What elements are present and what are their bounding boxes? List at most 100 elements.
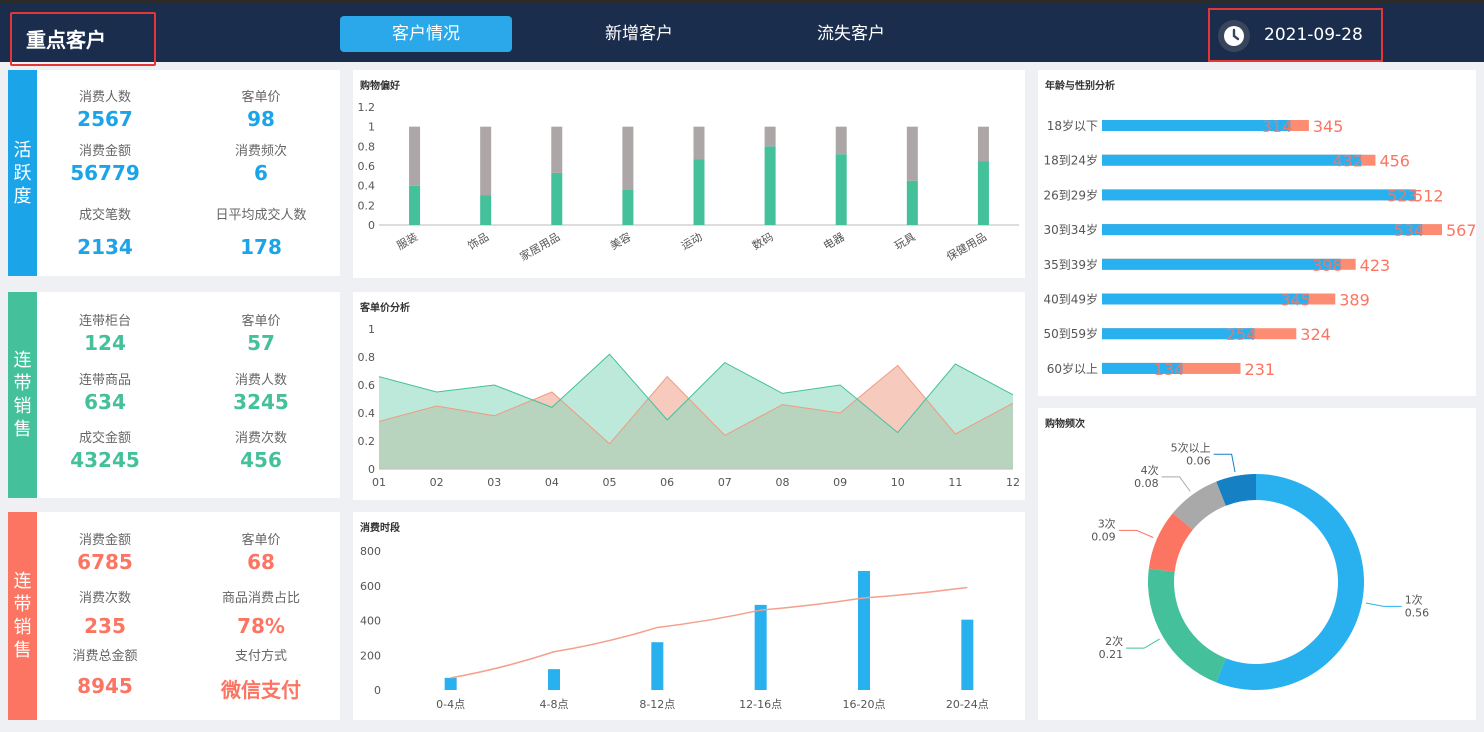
- x-tick-label: 8-12点: [639, 698, 675, 711]
- y-category-label: 60岁以上: [1047, 361, 1098, 376]
- x-tick-label: 玩具: [892, 230, 918, 252]
- kpi-item: 消费次数 456: [234, 431, 287, 472]
- data-label-red: 231: [1245, 360, 1276, 379]
- x-tick-label: 保健用品: [944, 229, 989, 263]
- data-label-blue: 314: [1262, 117, 1293, 136]
- leader-line: [1213, 453, 1236, 473]
- leader-line: [1118, 529, 1154, 538]
- data-label-blue: 398: [1312, 256, 1343, 275]
- kpi-item: 商品消费占比 78%: [221, 591, 300, 638]
- x-tick-label: 05: [603, 476, 617, 489]
- bar-segment-gray: [906, 126, 918, 181]
- data-label-red: 512: [1413, 186, 1444, 205]
- kpi-item: 客单价 98: [241, 90, 281, 131]
- leader-line: [1126, 638, 1160, 649]
- x-tick-label: 电器: [821, 230, 847, 252]
- kpi-card-cross-sales: 连带销售 连带柜台 124 客单价 57 连带商品 634 消费人数 3245 …: [8, 292, 340, 498]
- bar: [651, 642, 664, 690]
- panel-consumption-period: 消费时段 0 200 400 600 800 0-4点 4-8点 8-12点 12-16点 16-…: [353, 512, 1025, 720]
- x-tick-label: 11: [948, 476, 962, 489]
- leader-line: [1161, 476, 1191, 492]
- kpi-item: 连带柜台 124: [78, 314, 131, 355]
- kpi-item: 日平均成交人数 178: [215, 208, 307, 259]
- bar: [444, 677, 457, 690]
- x-tick-label: 饰品: [465, 229, 491, 252]
- y-category-label: 18岁以下: [1047, 118, 1098, 133]
- kpi-item: 消费金额 6785: [77, 533, 133, 574]
- kpi-item: 消费人数 3245: [233, 373, 289, 414]
- slice-label: 1次: [1405, 592, 1423, 606]
- kpi-item: 消费次数 235: [78, 591, 131, 638]
- x-tick-label: 02: [430, 476, 444, 489]
- kpi-item: 成交笔数 2134: [77, 208, 133, 259]
- x-tick-label: 4-8点: [540, 698, 569, 711]
- x-tick-label: 服装: [395, 230, 421, 252]
- bar-segment-green: [551, 172, 563, 225]
- panel-shopping-preference: 购物偏好 0 0.2 0.4 0.6 0.8 1 1.2 服装 饰品 家居用品 美容 运动 数码 电器 玩具…: [353, 70, 1025, 278]
- y-tick-label: 0.8: [358, 351, 376, 364]
- x-tick-label: 数码: [750, 230, 776, 252]
- bar-segment-gray: [693, 126, 705, 160]
- tab-customer-overview[interactable]: 客户情况: [340, 16, 512, 52]
- x-tick-label: 06: [660, 476, 674, 489]
- data-label-blue: 432: [1333, 152, 1364, 171]
- y-tick-label: 0.6: [358, 379, 376, 392]
- y-tick-label: 0.8: [358, 140, 376, 153]
- date-picker[interactable]: 2021-09-28: [1208, 8, 1383, 62]
- kpi-item: 消费总金额 8945: [72, 649, 138, 698]
- kpi-item: 客单价 68: [241, 533, 281, 574]
- slice-label: 2次: [1105, 634, 1123, 648]
- bar-segment-green: [764, 146, 776, 225]
- y-category-label: 40到49岁: [1043, 292, 1098, 307]
- bar-series-blue: [1102, 154, 1362, 166]
- slice-value: 0.56: [1405, 606, 1430, 619]
- bar: [858, 570, 870, 690]
- bar-series-blue: [1102, 189, 1416, 201]
- shopping-frequency-chart: 1次0.56 2次0.21 3次0.09 4次0.08 5次以上0.06: [1091, 440, 1430, 690]
- data-label-red: 456: [1379, 152, 1410, 171]
- bar: [961, 619, 974, 690]
- tab-lost-customers[interactable]: 流失客户: [765, 16, 937, 52]
- bar: [754, 604, 767, 690]
- x-tick-label: 09: [833, 476, 847, 489]
- y-tick-label: 800: [360, 545, 381, 558]
- y-tick-label: 400: [360, 615, 381, 628]
- data-label-red: 324: [1300, 325, 1331, 344]
- y-tick-label: 1: [368, 121, 375, 134]
- slice-label: 4次: [1141, 463, 1159, 477]
- bar-segment-gray: [835, 126, 847, 155]
- tab-new-customers[interactable]: 新增客户: [553, 16, 725, 52]
- unit-price-chart: 0 0.2 0.4 0.6 0.8 1 01 02 03 04 05 06 07 08 09 10 11 12: [358, 323, 1021, 489]
- bar-segment-green: [409, 185, 421, 225]
- bar-segment-gray: [480, 126, 492, 196]
- x-tick-label: 10: [891, 476, 905, 489]
- x-tick-label: 家居用品: [517, 229, 562, 263]
- panel-unit-price-analysis: 客单价分析 0 0.2 0.4 0.6 0.8 1 01 02 03 04 05 06 07 08 09 10…: [353, 292, 1025, 500]
- trend-line: [450, 586, 968, 679]
- x-tick-label: 04: [545, 476, 559, 489]
- y-category-label: 50到59岁: [1043, 326, 1098, 341]
- slice-label: 3次: [1098, 516, 1116, 530]
- panel-age-gender: 年龄与性别分析 18岁以下 314 345 18到24岁 432 456 26到29岁 523…: [1038, 70, 1477, 396]
- slice-label: 5次以上: [1171, 440, 1211, 454]
- data-label-red: 567: [1446, 221, 1477, 240]
- y-category-label: 26到29岁: [1043, 187, 1098, 202]
- date-value: 2021-09-28: [1264, 25, 1363, 45]
- kpi-item: 消费频次 6: [234, 144, 287, 185]
- y-tick-label: 0.2: [358, 435, 376, 448]
- data-label-blue: 345: [1280, 291, 1311, 310]
- y-tick-label: 0: [368, 219, 375, 232]
- y-category-label: 35到39岁: [1043, 257, 1098, 272]
- x-tick-label: 01: [372, 476, 386, 489]
- bar-segment-green: [622, 189, 634, 225]
- page-title: 重点客户: [10, 12, 156, 66]
- kpi-item: 支付方式 微信支付: [221, 649, 301, 702]
- data-label-blue: 534: [1394, 221, 1425, 240]
- bar-segment-gray: [551, 126, 563, 173]
- y-tick-label: 0: [374, 684, 381, 697]
- kpi-item: 客单价 57: [241, 314, 281, 355]
- y-tick-label: 200: [360, 649, 381, 662]
- top-bar: 重点客户 客户情况 新增客户 流失客户 2021-09-28: [0, 0, 1484, 66]
- y-tick-label: 0.2: [358, 199, 376, 212]
- y-tick-label: 1: [368, 323, 375, 336]
